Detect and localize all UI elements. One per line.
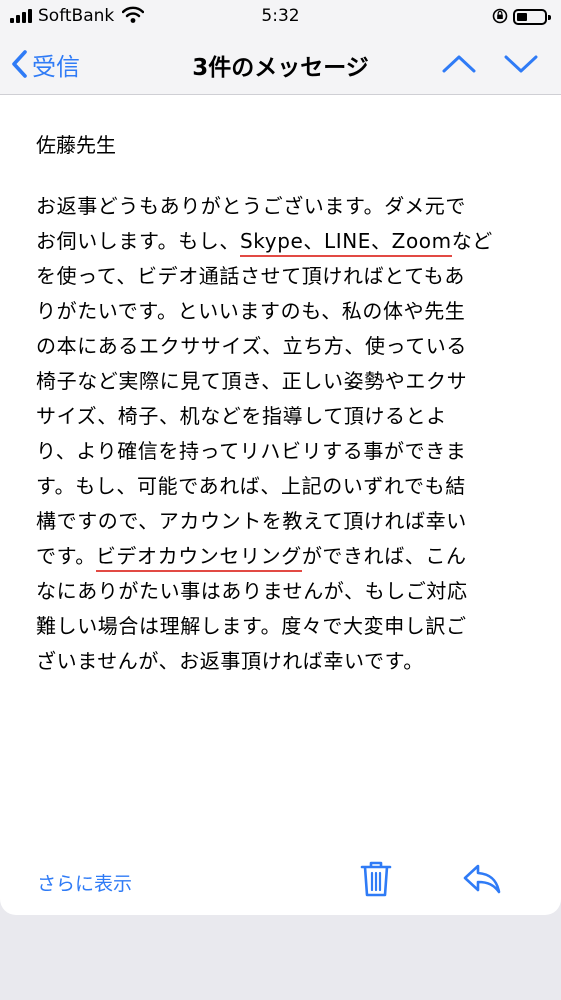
body-line: す。もし、可能であれば、上記のいずれでも結 (36, 469, 531, 504)
message-body: お返事どうもありがとうございます。ダメ元で お伺いします。もし、Skype、LI… (36, 189, 531, 679)
body-text: お伺いします。もし、 (36, 229, 240, 253)
battery-icon (513, 9, 551, 25)
body-line: り、より確信を持ってリハビリする事ができま (36, 434, 531, 469)
body-text: ができれば、こん (301, 544, 467, 568)
body-line: の本にあるエクササイズ、立ち方、使っている (36, 329, 531, 364)
body-line: 難しい場合は理解します。度々で大変申し訳ご (36, 609, 531, 644)
body-text: の本にあるエクササイズ、立ち方、使っている (36, 334, 467, 358)
body-text: 難しい場合は理解します。度々で大変申し訳ご (36, 614, 467, 638)
next-message-button[interactable] (502, 48, 540, 82)
trash-button[interactable] (358, 859, 394, 903)
body-line: なにありがたい事はありませんが、もしご対応 (36, 574, 531, 609)
trash-icon (360, 861, 392, 897)
body-line: サイズ、椅子、机などを指導して頂けるとよ (36, 399, 531, 434)
body-text: ざいませんが、お返事頂ければ幸いです。 (36, 649, 424, 673)
body-line: 構ですので、アカウントを教えて頂ければ幸い (36, 504, 531, 539)
body-line: お伺いします。もし、Skype、LINE、Zoomなど (36, 224, 531, 259)
reply-button[interactable] (462, 861, 502, 901)
message-card: 佐藤先生 お返事どうもありがとうございます。ダメ元で お伺いします。もし、Sky… (0, 95, 561, 915)
body-text: を使って、ビデオ通話させて頂ければとてもあ (36, 264, 465, 288)
previous-message-button[interactable] (440, 48, 478, 82)
body-text: す。もし、可能であれば、上記のいずれでも結 (36, 474, 466, 498)
body-line: りがたいです。といいますのも、私の体や先生 (36, 294, 531, 329)
status-bar: SoftBank 5:32 (0, 0, 561, 34)
body-text: サイズ、椅子、机などを指導して頂けるとよ (36, 404, 447, 428)
show-more-link[interactable]: さらに表示 (37, 869, 132, 896)
navigation-bar: 受信 3件のメッセージ (0, 34, 561, 95)
body-text: です。 (36, 544, 96, 568)
clock: 5:32 (261, 6, 300, 26)
highlighted-text: ビデオカウンセリング (95, 544, 302, 572)
body-text: り、より確信を持ってリハビリする事ができま (36, 439, 467, 463)
reply-icon (463, 864, 501, 894)
body-text: 構ですので、アカウントを教えて頂ければ幸い (36, 509, 467, 533)
body-text: りがたいです。といいますのも、私の体や先生 (36, 299, 466, 323)
body-text: など (451, 229, 493, 253)
body-line: ざいませんが、お返事頂ければ幸いです。 (36, 644, 531, 679)
body-text: なにありがたい事はありませんが、もしご対応 (36, 579, 468, 603)
body-line: 椅子など実際に見て頂き、正しい姿勢やエクサ (36, 364, 531, 399)
chevron-up-icon (442, 55, 476, 73)
body-line: です。ビデオカウンセリングができれば、こん (36, 539, 531, 574)
body-line: を使って、ビデオ通話させて頂ければとてもあ (36, 259, 531, 294)
body-text: お返事どうもありがとうございます。ダメ元で (36, 194, 466, 218)
chevron-down-icon (504, 55, 538, 73)
body-line: お返事どうもありがとうございます。ダメ元で (36, 189, 531, 224)
highlighted-text: Skype、LINE、Zoom (240, 229, 452, 257)
body-text: 椅子など実際に見て頂き、正しい姿勢やエクサ (36, 369, 468, 393)
salutation: 佐藤先生 (36, 133, 116, 157)
orientation-lock-icon (492, 6, 508, 29)
